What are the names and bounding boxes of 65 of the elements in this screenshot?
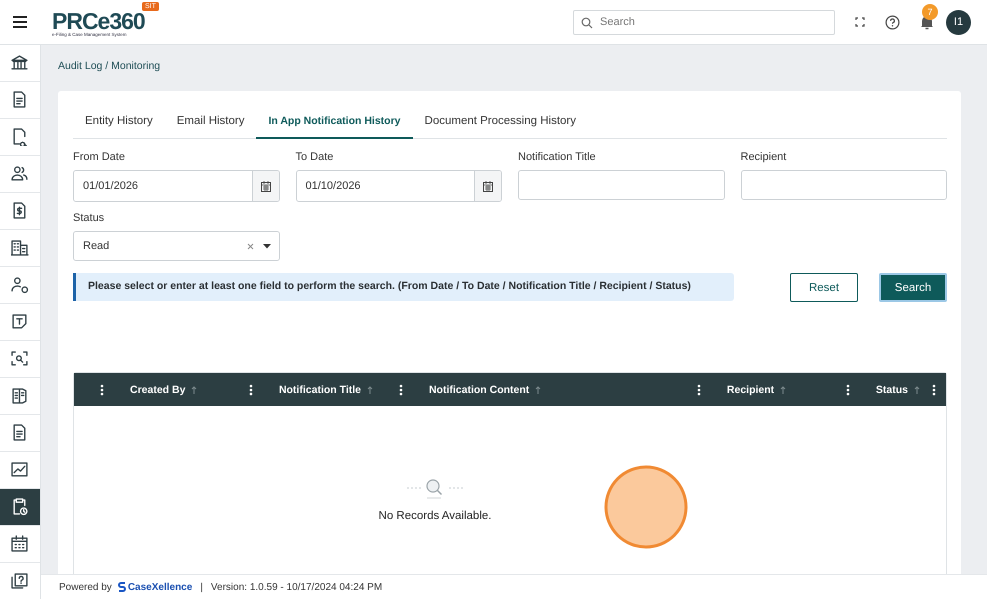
menu-icon	[12, 16, 28, 28]
search-button[interactable]: Search	[879, 273, 947, 302]
user-badge-icon	[11, 276, 29, 294]
separator: |	[200, 582, 203, 592]
help-icon[interactable]	[885, 14, 900, 30]
column-header[interactable]: Recipient	[726, 384, 774, 396]
field-label: From Date	[73, 151, 126, 163]
calendar-icon	[11, 535, 29, 553]
select-field[interactable]: Read	[73, 231, 280, 261]
info-message: Please select or enter at least one field to perform the search. (From Date / To Date / Notification Title / Recipient / Status)	[73, 273, 734, 301]
field-label: Recipient	[740, 151, 788, 163]
column-menu-icon[interactable]	[398, 384, 403, 396]
tab[interactable]: Entity History	[73, 105, 165, 139]
notification-count: 7	[922, 4, 938, 20]
tab[interactable]: Email History	[164, 105, 256, 139]
field-label: To Date	[296, 151, 334, 163]
reset-button[interactable]: Reset	[790, 273, 858, 302]
book-icon	[11, 387, 29, 405]
sort-arrow-icon[interactable]	[780, 386, 786, 394]
sort-arrow-icon[interactable]	[367, 386, 373, 394]
column-menu-icon[interactable]	[696, 384, 701, 396]
column-header[interactable]: Notification Title	[278, 384, 361, 396]
column-menu-icon[interactable]	[932, 384, 936, 396]
scan-search-icon	[11, 350, 29, 368]
tab[interactable]: In App Notification History	[256, 105, 413, 139]
column-menu-icon[interactable]	[248, 384, 253, 396]
logo: PRCe360	[52, 10, 145, 32]
column-header[interactable]: Created By	[130, 384, 186, 396]
brand-logo-icon	[118, 582, 126, 592]
line-chart-icon	[11, 461, 29, 479]
powered-by-text: Powered by	[59, 582, 112, 592]
caret-icon	[262, 244, 270, 248]
brand-name: CaseXellence	[128, 582, 192, 592]
breadcrumb: Audit Log / Monitoring	[58, 60, 162, 74]
column-header[interactable]: Status	[876, 384, 908, 396]
calendar-icon	[260, 180, 270, 192]
column-header[interactable]: Notification Content	[428, 384, 530, 396]
calendar-icon	[483, 180, 493, 192]
users-icon	[11, 165, 29, 183]
clear-icon[interactable]	[246, 242, 254, 250]
column-menu-icon[interactable]	[100, 384, 104, 396]
sort-arrow-icon[interactable]	[191, 386, 198, 394]
clipboard-clock-icon	[11, 498, 29, 516]
version-text: Version: 1.0.59 - 10/17/2024 04:24 PM	[210, 582, 382, 592]
fullscreen-icon[interactable]	[855, 17, 865, 27]
user-avatar[interactable]: I1	[946, 10, 971, 34]
search-icon	[581, 16, 593, 28]
help-copy-icon	[11, 572, 29, 590]
sidebar-item[interactable]	[0, 489, 40, 526]
field-label: Notification Title	[518, 151, 597, 163]
text-note-icon	[11, 313, 29, 331]
text-field[interactable]	[740, 170, 947, 200]
building-icon	[11, 239, 29, 257]
tab[interactable]: Document Processing History	[412, 105, 588, 139]
column-menu-icon[interactable]	[846, 384, 850, 396]
text-field[interactable]	[518, 170, 724, 200]
date-field[interactable]: 01/01/2026	[73, 170, 280, 202]
search-field[interactable]: Search	[573, 10, 835, 34]
empty-message: No Records Available.	[378, 510, 492, 522]
document-search-icon	[11, 128, 29, 146]
sort-arrow-icon[interactable]	[914, 386, 920, 394]
date-field[interactable]: 01/10/2026	[296, 170, 502, 202]
sort-arrow-icon[interactable]	[535, 386, 542, 394]
field-label: Status	[73, 212, 106, 224]
bank-icon	[11, 54, 29, 72]
